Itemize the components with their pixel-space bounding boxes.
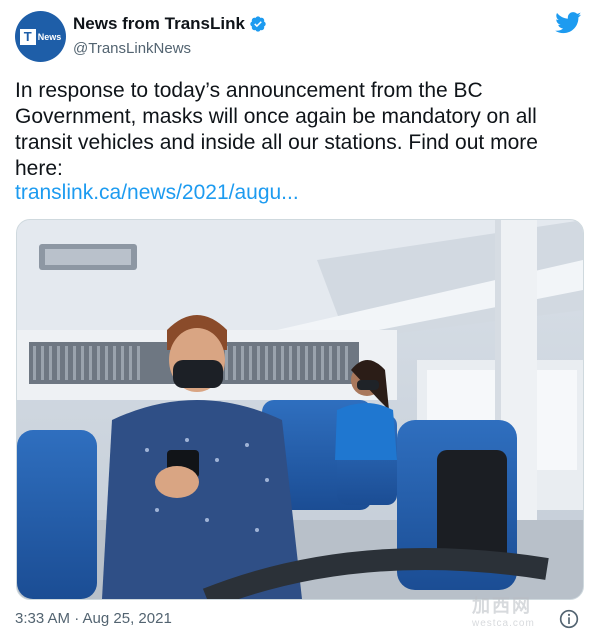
translink-logo-icon: T [19,28,36,45]
avatar[interactable]: T News [15,11,66,62]
tweet-card: T News News from TransLink @TransLinkNew… [0,0,602,644]
author-name-row: News from TransLink [73,14,267,34]
twitter-bird-icon[interactable] [555,12,582,34]
tweet-link[interactable]: translink.ca/news/2021/augu... [15,181,299,205]
watermark: 加西网 westca.com [472,592,572,629]
info-icon[interactable] [559,609,579,629]
watermark-text: 加西网 [472,596,532,616]
verified-badge-icon [250,16,266,32]
tweet-text: In response to today’s announcement from… [15,79,538,180]
watermark-url: westca.com [472,618,535,629]
tweet-timestamp[interactable]: 3:33 AM · Aug 25, 2021 [15,610,172,627]
author-display-name[interactable]: News from TransLink [73,14,245,34]
avatar-label: News [37,31,62,42]
bus-interior-photo [17,220,583,599]
author-handle[interactable]: @TransLinkNews [73,40,191,57]
tweet-media-photo[interactable] [16,219,584,600]
